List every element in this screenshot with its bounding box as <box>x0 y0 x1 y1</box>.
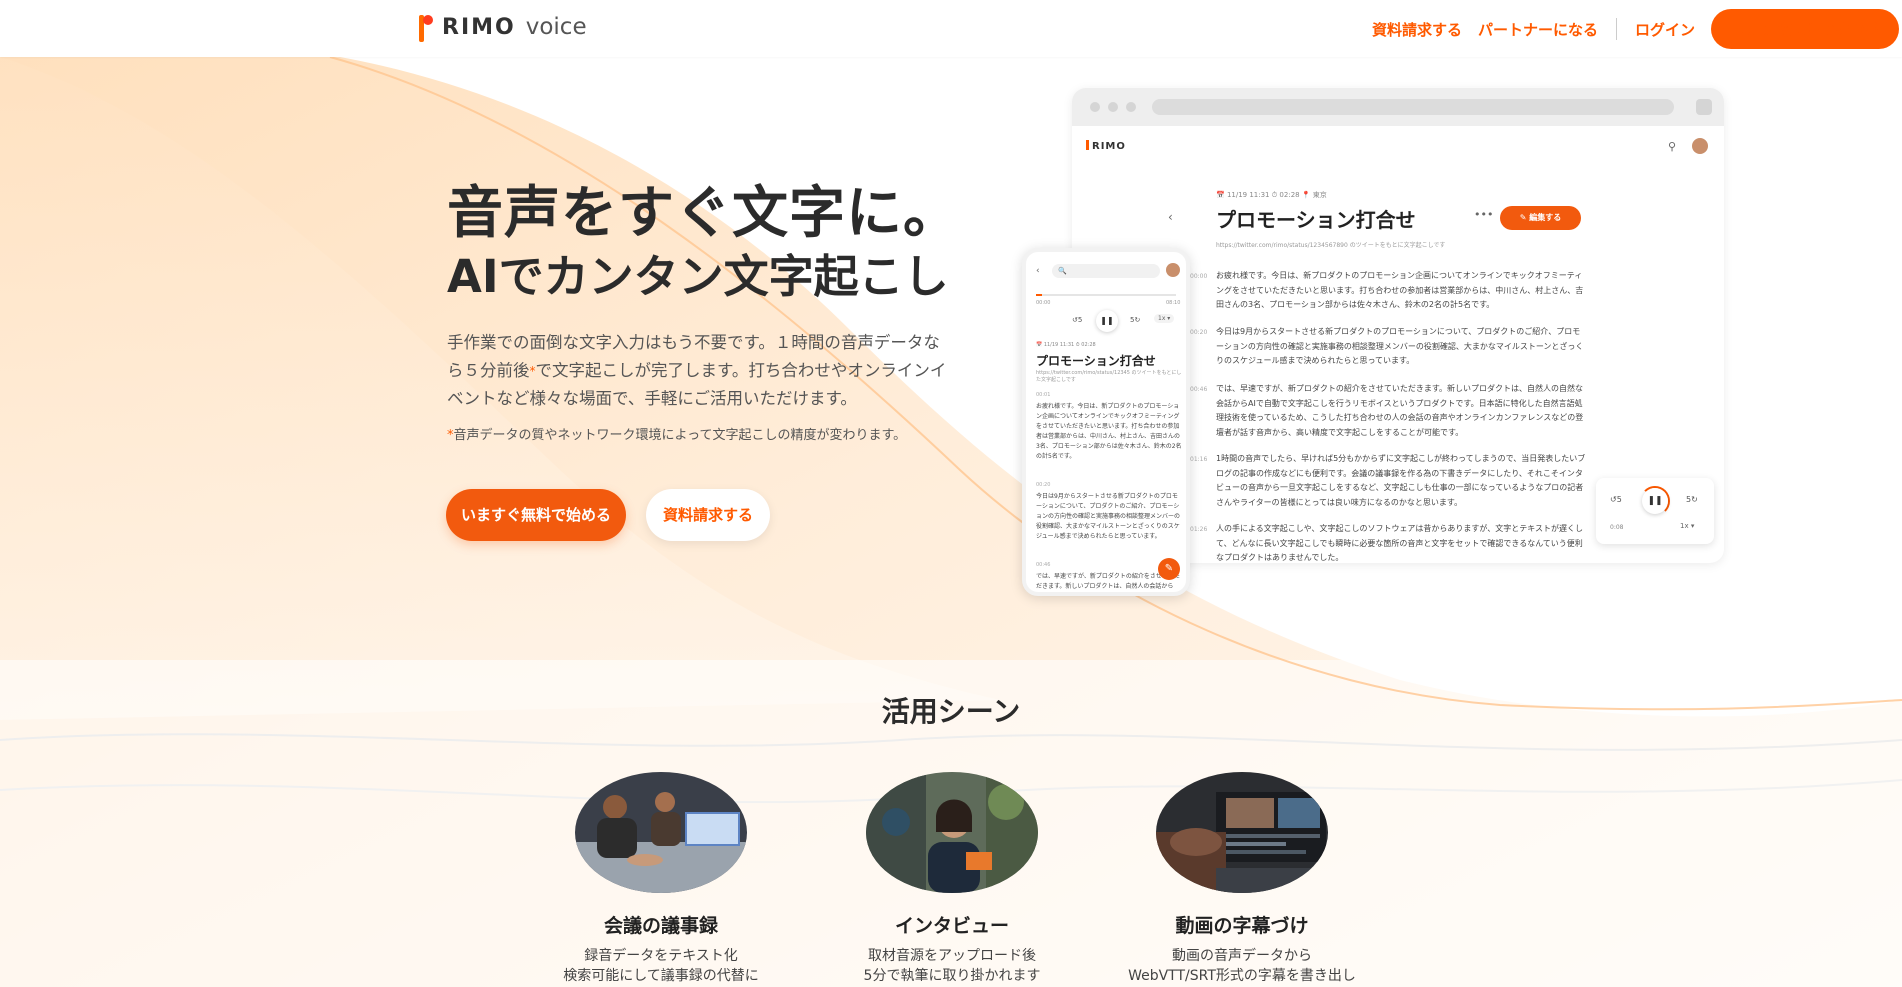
mock-segment-time: 00:20 <box>1190 329 1208 336</box>
phone-segment-time: 00:01 <box>1036 392 1051 398</box>
mock-more-icon: ••• <box>1474 208 1494 221</box>
use-case-subtitles: 動画の字幕づけ 動画の音声データから WebVTT/SRT形式の字幕を書き出し <box>1127 772 1357 986</box>
phone-url: https://twitter.com/rimo/status/12345 のツ… <box>1036 370 1182 383</box>
mock-segment-text: 今日は9月からスタートさせる新プロダクトのプロモーションについて、プロダクトのご… <box>1216 327 1584 365</box>
phone-time-end: 08:10 <box>1166 300 1181 306</box>
phone-edit-fab-icon: ✎ <box>1158 558 1180 580</box>
phone-meta: 📅 11/19 11:31 ⏱ 02:28 <box>1036 342 1096 348</box>
mock-segment-text: お疲れ様です。今日は、新プロダクトのプロモーション企画についてオンラインでキック… <box>1216 271 1584 309</box>
use-cases-title: 活用シーン <box>881 695 1021 728</box>
mock-url: https://twitter.com/rimo/status/12345678… <box>1216 242 1446 249</box>
site-header: RIMO voice 資料請求する パートナーになる ログイン いますぐ無料で始… <box>0 0 1902 57</box>
meeting-photo <box>575 772 747 893</box>
interview-photo <box>866 772 1038 893</box>
mock-title: プロモーション打合せ <box>1216 208 1416 232</box>
mock-avatar <box>1692 138 1708 154</box>
browser-dot <box>1090 102 1100 112</box>
browser-dot <box>1108 102 1118 112</box>
header-nav: 資料請求する パートナーになる ログイン いますぐ無料で始める <box>1372 9 1902 49</box>
phone-segment-time: 00:46 <box>1036 562 1051 568</box>
phone-forward-icon: 5↻ <box>1130 316 1141 324</box>
hero-subtitle: AIでカンタン文字起こし <box>447 250 949 303</box>
phone-progress-bar <box>1036 294 1176 296</box>
use-case-line: 取材音源をアップロード後 <box>868 948 1036 964</box>
mock-meta: 📅 11/19 11:31 ⏱ 02:28 📍 東京 <box>1216 191 1327 199</box>
hero-description: 手作業での面倒な文字入力はもう不要です。１時間の音声データなら５分前後*で文字起… <box>447 329 947 413</box>
mock-pause-icon: ❚❚ <box>1642 488 1668 514</box>
phone-search-bar: 🔍 <box>1052 264 1160 278</box>
mock-logo: RIMO <box>1086 140 1126 152</box>
nav-partner-link[interactable]: パートナーになる <box>1478 19 1598 40</box>
phone-rewind-icon: ↺5 <box>1072 316 1083 324</box>
mock-segment-text: では、早速ですが、新プロダクトの紹介をさせていただきます。新しいプロダクトは、自… <box>1216 384 1584 437</box>
use-case-line: 5分で執筆に取り掛かれます <box>863 968 1041 984</box>
use-case-interview: インタビュー 取材音源をアップロード後 5分で執筆に取り掛かれます <box>837 772 1067 986</box>
hero-request-docs-button[interactable]: 資料請求する <box>646 489 770 541</box>
phone-speed-select: 1x ▾ <box>1154 314 1175 323</box>
use-case-title: 動画の字幕づけ <box>1175 915 1309 937</box>
mock-segment-time: 01:26 <box>1190 526 1208 533</box>
mock-rewind-icon: ↺5 <box>1610 495 1622 504</box>
mock-edit-button: ✎ 編集する <box>1500 206 1581 230</box>
mock-speed-select: 1x ▾ <box>1680 522 1695 530</box>
use-case-title: 会議の議事録 <box>603 915 718 937</box>
logo[interactable]: RIMO voice <box>418 12 587 42</box>
mock-player-time: 0:08 <box>1610 524 1624 531</box>
mock-search-icon: ⚲ <box>1668 140 1677 153</box>
use-case-line: 録音データをテキスト化 <box>584 948 738 964</box>
mock-back-icon: ‹ <box>1168 210 1173 224</box>
mock-segment-text: 人の手による文字起こしや、文字起こしのソフトウェアは昔からありますが、文字とテキ… <box>1216 524 1584 562</box>
browser-url-bar <box>1152 99 1674 115</box>
use-case-line: WebVTT/SRT形式の字幕を書き出し <box>1128 968 1356 984</box>
logo-subtext: voice <box>525 14 587 40</box>
phone-pause-icon: ❚❚ <box>1096 310 1118 332</box>
phone-app-mockup: ‹ 🔍 00:00 08:10 ↺5 ❚❚ 5↻ 1x ▾ 📅 11/19 11… <box>1022 248 1190 596</box>
use-case-description: 動画の音声データから WebVTT/SRT形式の字幕を書き出し <box>1127 946 1357 986</box>
phone-time-start: 00:00 <box>1036 300 1051 306</box>
header-start-free-button[interactable]: いますぐ無料で始める <box>1710 9 1899 49</box>
nav-divider <box>1615 18 1617 40</box>
hero-footnote-text: 音声データの質やネットワーク環境によって文字起こしの精度が変わります。 <box>453 428 907 443</box>
browser-dot <box>1126 102 1136 112</box>
mock-audio-player: ↺5 ❚❚ 5↻ 0:08 1x ▾ <box>1596 478 1714 544</box>
use-case-title: インタビュー <box>894 915 1009 937</box>
phone-segment-text: お疲れ様です。今日は、新プロダクトのプロモーション企画についてオンラインでキック… <box>1036 403 1182 460</box>
use-case-meeting: 会議の議事録 録音データをテキスト化 検索可能にして議事録の代替に <box>546 772 776 986</box>
mock-segment-time: 00:46 <box>1190 386 1208 393</box>
mock-segment-text: 1時間の音声でしたら、早ければ5分もかからずに文字起こしが終わってしまうので、当… <box>1216 454 1586 507</box>
phone-back-icon: ‹ <box>1036 266 1040 276</box>
mock-forward-icon: 5↻ <box>1686 495 1698 504</box>
use-case-line: 動画の音声データから <box>1172 948 1312 964</box>
nav-request-docs-link[interactable]: 資料請求する <box>1372 19 1462 40</box>
nav-login-link[interactable]: ログイン <box>1635 19 1695 40</box>
use-case-description: 取材音源をアップロード後 5分で執筆に取り掛かれます <box>837 946 1067 986</box>
phone-title: プロモーション打合せ <box>1036 354 1156 368</box>
browser-button <box>1696 99 1712 115</box>
use-case-description: 録音データをテキスト化 検索可能にして議事録の代替に <box>546 946 776 986</box>
logo-mark-icon <box>418 12 436 42</box>
mock-segment-time: 00:00 <box>1190 273 1208 280</box>
hero-title: 音声をすぐ文字に。 <box>447 181 960 246</box>
mock-segment-time: 01:16 <box>1190 456 1208 463</box>
phone-avatar <box>1166 263 1180 277</box>
phone-segment-text: 今日は9月からスタートさせる新プロダクトのプロモーションについて、プロダクトのご… <box>1036 493 1181 540</box>
phone-segment-time: 00:20 <box>1036 482 1051 488</box>
browser-bar <box>1072 88 1724 126</box>
hero-footnote: *音声データの質やネットワーク環境によって文字起こしの精度が変わります。 <box>447 424 906 443</box>
use-case-line: 検索可能にして議事録の代替に <box>563 968 759 984</box>
video-editing-photo <box>1156 772 1328 893</box>
hero-start-free-button[interactable]: いますぐ無料で始める <box>446 489 626 541</box>
logo-text: RIMO <box>442 14 516 40</box>
